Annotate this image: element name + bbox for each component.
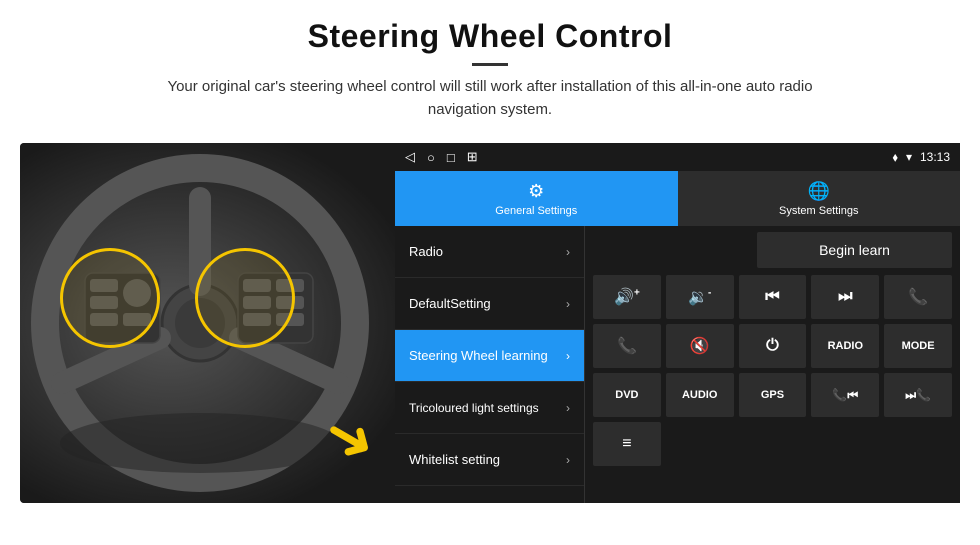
clock: 13:13 <box>920 150 950 164</box>
radio-label: RADIO <box>828 340 863 352</box>
highlight-circle-right <box>195 248 295 348</box>
mode-label: MODE <box>902 340 935 352</box>
chevron-icon-steering: › <box>566 349 570 363</box>
back-icon[interactable]: ◁ <box>405 149 415 165</box>
system-globe-icon: 🌐 <box>808 181 830 202</box>
control-row-3: DVD AUDIO GPS 📞⏮ ⏭📞 <box>593 373 952 417</box>
menu-item-whitelist[interactable]: Whitelist setting › <box>395 434 584 486</box>
phone-next-icon: ⏭📞 <box>905 388 931 403</box>
radio-button[interactable]: RADIO <box>811 324 879 368</box>
menu-item-tricoloured[interactable]: Tricoloured light settings › <box>395 382 584 434</box>
menu-item-whitelist-label: Whitelist setting <box>409 452 500 467</box>
content-area: Radio › DefaultSetting › Steering Wheel … <box>395 226 960 503</box>
highlight-circle-left <box>60 248 160 348</box>
volume-down-icon: 🔉- <box>688 287 711 307</box>
hang-up-button[interactable]: 📞 <box>593 324 661 368</box>
header-description: Your original car's steering wheel contr… <box>140 76 840 121</box>
menu-list: Radio › DefaultSetting › Steering Wheel … <box>395 226 585 503</box>
chevron-icon-default: › <box>566 297 570 311</box>
menu-item-default-setting[interactable]: DefaultSetting › <box>395 278 584 330</box>
home-icon[interactable]: ○ <box>427 150 435 165</box>
title-divider <box>472 63 508 66</box>
tabs-container: ⚙ General Settings 🌐 System Settings <box>395 171 960 226</box>
menu-item-radio[interactable]: Radio › <box>395 226 584 278</box>
control-row-2: 📞 🔇 ⏻ RADIO MODE <box>593 324 952 368</box>
controls-panel: Begin learn 🔊+ 🔉- ⏮ ⏭ <box>585 226 960 503</box>
menu-item-steering-label: Steering Wheel learning <box>409 348 548 363</box>
next-track-icon: ⏭ <box>838 288 852 306</box>
wifi-icon: ▾ <box>906 150 912 164</box>
power-button[interactable]: ⏻ <box>739 324 807 368</box>
call-button-1[interactable]: 📞 <box>884 275 952 319</box>
list-icon: ≡ <box>622 435 631 453</box>
location-icon: ⬧ <box>893 150 898 165</box>
begin-learn-row: Begin learn <box>593 232 952 268</box>
phone-prev-button[interactable]: 📞⏮ <box>811 373 879 417</box>
main-content: ➜ ◁ ○ □ ⊞ ⬧ ▾ 13:13 ⚙ General Settings <box>20 143 960 503</box>
status-bar: ◁ ○ □ ⊞ ⬧ ▾ 13:13 <box>395 143 960 171</box>
steering-wheel-bg: ➜ <box>20 143 395 503</box>
mute-icon: 🔇 <box>690 336 710 356</box>
dvd-label: DVD <box>615 389 638 401</box>
tab-general-label: General Settings <box>495 205 577 217</box>
prev-track-icon: ⏮ <box>765 288 779 306</box>
phone-icon-1: 📞 <box>908 287 928 307</box>
phone-prev-icon: 📞⏮ <box>832 388 858 403</box>
status-bar-right: ⬧ ▾ 13:13 <box>893 150 950 165</box>
gps-button[interactable]: GPS <box>739 373 807 417</box>
phone-next-button[interactable]: ⏭📞 <box>884 373 952 417</box>
mute-button[interactable]: 🔇 <box>666 324 734 368</box>
control-row-1: 🔊+ 🔉- ⏮ ⏭ 📞 <box>593 275 952 319</box>
control-row-4: ≡ <box>593 422 952 466</box>
volume-down-button[interactable]: 🔉- <box>666 275 734 319</box>
menu-icon[interactable]: ⊞ <box>467 149 478 165</box>
status-bar-left: ◁ ○ □ ⊞ <box>405 149 478 165</box>
hang-up-icon: 📞 <box>617 336 637 356</box>
next-track-button[interactable]: ⏭ <box>811 275 879 319</box>
menu-item-default-label: DefaultSetting <box>409 296 491 311</box>
chevron-icon-radio: › <box>566 245 570 259</box>
chevron-icon-tricoloured: › <box>566 401 570 415</box>
dvd-button[interactable]: DVD <box>593 373 661 417</box>
page-title: Steering Wheel Control <box>20 18 960 55</box>
tab-system-settings[interactable]: 🌐 System Settings <box>678 171 961 226</box>
audio-label: AUDIO <box>682 389 717 401</box>
header-section: Steering Wheel Control Your original car… <box>0 0 980 131</box>
volume-up-button[interactable]: 🔊+ <box>593 275 661 319</box>
recents-icon[interactable]: □ <box>447 150 455 165</box>
audio-button[interactable]: AUDIO <box>666 373 734 417</box>
chevron-icon-whitelist: › <box>566 453 570 467</box>
begin-learn-button[interactable]: Begin learn <box>757 232 952 268</box>
tab-system-label: System Settings <box>779 205 858 217</box>
steering-wheel-section: ➜ <box>20 143 395 503</box>
settings-gear-icon: ⚙ <box>528 181 544 202</box>
menu-item-tricoloured-label: Tricoloured light settings <box>409 401 539 415</box>
menu-item-steering-wheel[interactable]: Steering Wheel learning › <box>395 330 584 382</box>
list-icon-button[interactable]: ≡ <box>593 422 661 466</box>
prev-track-button[interactable]: ⏮ <box>739 275 807 319</box>
mode-button[interactable]: MODE <box>884 324 952 368</box>
power-icon: ⏻ <box>766 337 779 355</box>
volume-up-icon: 🔊+ <box>614 287 640 307</box>
gps-label: GPS <box>761 389 784 401</box>
menu-item-radio-label: Radio <box>409 244 443 259</box>
android-ui: ◁ ○ □ ⊞ ⬧ ▾ 13:13 ⚙ General Settings 🌐 S… <box>395 143 960 503</box>
tab-general-settings[interactable]: ⚙ General Settings <box>395 171 678 226</box>
